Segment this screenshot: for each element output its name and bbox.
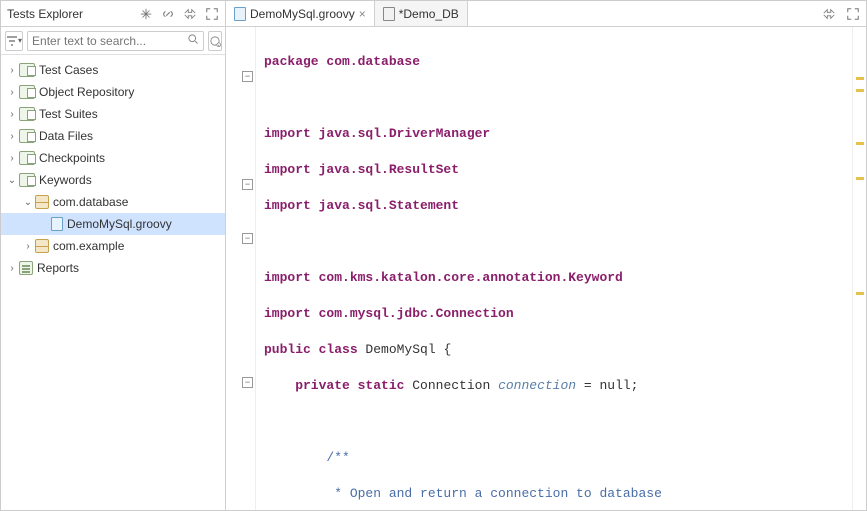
folder-icon xyxy=(19,129,35,143)
collapse-icon[interactable] xyxy=(137,5,155,23)
close-icon[interactable]: × xyxy=(359,7,366,21)
report-icon xyxy=(19,261,33,275)
tree-item-reports[interactable]: ›Reports xyxy=(1,257,225,279)
gutter: − − − − xyxy=(226,27,256,510)
filter-dropdown[interactable]: ▾ xyxy=(5,31,23,51)
warning-marker[interactable] xyxy=(856,292,864,295)
fold-toggle[interactable]: − xyxy=(242,179,253,190)
code-area[interactable]: package com.database import java.sql.Dri… xyxy=(256,27,866,510)
fold-toggle[interactable]: − xyxy=(242,71,253,82)
file-icon xyxy=(234,7,246,21)
sidebar: Tests Explorer ▾ ›Test Cases ›Obje xyxy=(1,1,226,510)
code-line: public class DemoMySql { xyxy=(264,341,866,359)
tree-item-package-database[interactable]: ⌄com.database xyxy=(1,191,225,213)
code-line: import com.kms.katalon.core.annotation.K… xyxy=(264,270,623,285)
tree-item-file-demomysql[interactable]: DemoMySql.groovy xyxy=(1,213,225,235)
folder-icon xyxy=(19,173,35,187)
code-line: private static Connection connection = n… xyxy=(264,377,866,395)
minimize-icon[interactable] xyxy=(820,5,838,23)
editor-main: DemoMySql.groovy × *Demo_DB − − − − pack… xyxy=(226,1,866,510)
sidebar-title: Tests Explorer xyxy=(5,7,133,21)
warning-strip xyxy=(852,27,866,510)
search-row: ▾ xyxy=(1,27,225,55)
tree: ›Test Cases ›Object Repository ›Test Sui… xyxy=(1,55,225,510)
folder-icon xyxy=(19,151,35,165)
db-icon xyxy=(383,7,395,21)
package-icon xyxy=(35,239,49,253)
search-input[interactable] xyxy=(32,34,187,48)
tab-demo-db[interactable]: *Demo_DB xyxy=(375,1,468,26)
tree-item-package-example[interactable]: ›com.example xyxy=(1,235,225,257)
code-line: /** xyxy=(264,450,350,465)
sidebar-header: Tests Explorer xyxy=(1,1,225,27)
tree-item-test-suites[interactable]: ›Test Suites xyxy=(1,103,225,125)
code-line: * Open and return a connection to databa… xyxy=(264,486,662,501)
warning-marker[interactable] xyxy=(856,177,864,180)
code-scroll[interactable]: package com.database import java.sql.Dri… xyxy=(256,27,866,510)
code-line xyxy=(264,89,866,107)
code-line xyxy=(264,413,866,431)
search-icon[interactable] xyxy=(187,33,199,48)
tab-label: *Demo_DB xyxy=(399,7,459,21)
link-icon[interactable] xyxy=(159,5,177,23)
folder-icon xyxy=(19,63,35,77)
tree-item-test-cases[interactable]: ›Test Cases xyxy=(1,59,225,81)
folder-icon xyxy=(19,85,35,99)
minimize-icon[interactable] xyxy=(181,5,199,23)
fold-toggle[interactable]: − xyxy=(242,377,253,388)
tab-label: DemoMySql.groovy xyxy=(250,7,355,21)
code-line: import java.sql.Statement xyxy=(264,198,459,213)
warning-marker[interactable] xyxy=(856,142,864,145)
code-line xyxy=(264,233,866,251)
folder-icon xyxy=(19,107,35,121)
maximize-icon[interactable] xyxy=(203,5,221,23)
tree-item-checkpoints[interactable]: ›Checkpoints xyxy=(1,147,225,169)
warning-marker[interactable] xyxy=(856,77,864,80)
tab-demomysql[interactable]: DemoMySql.groovy × xyxy=(226,1,375,26)
code-line: import java.sql.DriverManager xyxy=(264,126,490,141)
file-icon xyxy=(51,217,63,231)
code-line: import com.mysql.jdbc.Connection xyxy=(264,306,514,321)
code-line: package com.database xyxy=(264,54,420,69)
tab-bar: DemoMySql.groovy × *Demo_DB xyxy=(226,1,866,27)
search-box xyxy=(27,31,204,51)
tree-item-object-repository[interactable]: ›Object Repository xyxy=(1,81,225,103)
fold-toggle[interactable]: − xyxy=(242,233,253,244)
tree-item-data-files[interactable]: ›Data Files xyxy=(1,125,225,147)
editor-wrap: − − − − package com.database import java… xyxy=(226,27,866,510)
tab-tools xyxy=(816,1,866,26)
history-icon[interactable] xyxy=(208,31,222,51)
code-line: import java.sql.ResultSet xyxy=(264,162,459,177)
maximize-icon[interactable] xyxy=(844,5,862,23)
tree-item-keywords[interactable]: ⌄Keywords xyxy=(1,169,225,191)
warning-marker[interactable] xyxy=(856,89,864,92)
package-icon xyxy=(35,195,49,209)
